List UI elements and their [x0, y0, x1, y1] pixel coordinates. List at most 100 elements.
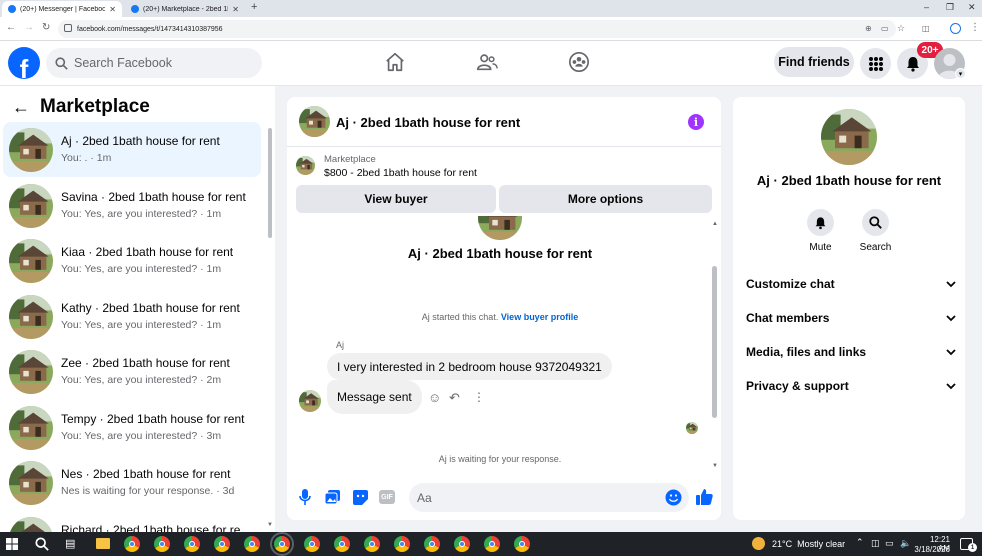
listing-title[interactable]: $800 - 2bed 1bath house for rent — [324, 167, 477, 179]
listing-thumbnail[interactable] — [296, 156, 315, 175]
taskbar-chrome-icon[interactable] — [424, 536, 440, 552]
taskbar-chrome-icon[interactable] — [184, 536, 200, 552]
more-actions-icon[interactable]: ⋮ — [473, 390, 485, 404]
tray-volume-icon[interactable]: 🔈 — [900, 538, 911, 549]
friends-icon[interactable] — [476, 51, 498, 73]
photo-icon[interactable] — [325, 490, 340, 504]
reply-icon[interactable]: ↶ — [449, 390, 460, 406]
conversation-item[interactable]: Savina · 2bed 1bath house for rent You: Y… — [3, 178, 261, 233]
close-tab-icon[interactable]: ✕ — [109, 5, 116, 14]
chrome-menu-icon[interactable]: ⋮ — [970, 22, 980, 33]
detail-section-row[interactable]: Media, files and links — [746, 345, 956, 359]
cast-icon[interactable]: ▭ — [881, 24, 889, 33]
microphone-icon[interactable] — [299, 489, 311, 505]
thumbs-up-icon[interactable] — [696, 488, 713, 505]
chat-started-notice: Aj started this chat. View buyer profile — [287, 312, 713, 322]
taskbar-chrome-icon[interactable] — [484, 536, 500, 552]
zoom-icon[interactable]: ⊕ — [865, 24, 872, 33]
minimize-icon[interactable]: – — [924, 2, 929, 12]
incoming-message-bubble[interactable]: I very interested in 2 bedroom house 937… — [327, 353, 612, 380]
detail-section-row[interactable]: Customize chat — [746, 277, 956, 291]
window-close-icon[interactable]: ✕ — [968, 2, 976, 13]
url-field[interactable]: facebook.com/messages/t/1473414310387956 — [58, 20, 896, 38]
bookmark-star-icon[interactable]: ☆ — [897, 23, 905, 34]
file-explorer-icon[interactable] — [96, 538, 110, 549]
conversation-item[interactable]: Aj · 2bed 1bath house for rent You: . · 1… — [3, 122, 261, 177]
taskbar-chrome-icon[interactable] — [394, 536, 410, 552]
search-bar[interactable]: Search Facebook — [46, 48, 262, 78]
thread-scrollbar[interactable] — [712, 266, 717, 418]
react-emoji-icon[interactable]: ☺ — [428, 390, 441, 405]
facebook-logo-icon[interactable]: f — [8, 47, 40, 79]
tray-network-icon[interactable]: ◫ — [871, 538, 880, 549]
groups-icon[interactable] — [568, 51, 590, 73]
menu-grid-button[interactable] — [860, 48, 891, 79]
weather-text[interactable]: 21°C Mostly clear — [772, 539, 845, 549]
view-buyer-button[interactable]: View buyer — [296, 185, 496, 213]
back-arrow-icon[interactable]: ← — [12, 97, 30, 118]
taskbar-chrome-icon[interactable] — [514, 536, 530, 552]
browser-tab-messenger[interactable]: (20+) Messenger | Facebook ✕ — [2, 1, 122, 17]
search-placeholder: Search Facebook — [74, 56, 172, 70]
sidepanel-icon[interactable]: ◫ — [922, 24, 930, 33]
view-buyer-profile-link[interactable]: View buyer profile — [501, 312, 578, 322]
new-tab-icon[interactable]: + — [251, 1, 257, 13]
scroll-down-icon[interactable]: ▼ — [712, 463, 718, 469]
conversation-item[interactable]: Kathy · 2bed 1bath house for rent You: Ye… — [3, 289, 261, 344]
taskbar-chrome-icon[interactable] — [214, 536, 230, 552]
chevron-down-icon — [946, 348, 956, 355]
chrome-center-icon — [339, 541, 345, 547]
weather-moon-icon[interactable] — [752, 537, 765, 550]
forward-icon[interactable]: → — [24, 22, 34, 33]
taskbar-chrome-icon[interactable] — [154, 536, 170, 552]
taskbar-chrome-icon[interactable] — [244, 536, 260, 552]
taskbar-chrome-icon[interactable] — [334, 536, 350, 552]
gif-icon[interactable]: GIF — [379, 490, 395, 504]
maximize-icon[interactable]: ❐ — [946, 2, 954, 13]
taskbar-chrome-icon[interactable] — [364, 536, 380, 552]
find-friends-button[interactable]: Find friends — [774, 47, 854, 77]
close-tab-icon[interactable]: ✕ — [232, 5, 239, 14]
sender-avatar[interactable] — [299, 390, 321, 412]
detail-section-row[interactable]: Privacy & support — [746, 379, 956, 393]
search-conversation-button[interactable] — [862, 209, 889, 236]
scroll-up-icon[interactable]: ▲ — [712, 221, 718, 227]
chevron-down-icon[interactable]: ▾ — [955, 68, 966, 79]
conversation-item[interactable]: Tempy · 2bed 1bath house for rent You: Ye… — [3, 400, 261, 455]
site-info-icon[interactable] — [64, 24, 72, 32]
taskbar-chrome-icon[interactable] — [304, 536, 320, 552]
taskbar-search-icon[interactable] — [35, 537, 49, 551]
chevron-down-icon — [946, 314, 956, 321]
conversation-item[interactable]: Kiaa · 2bed 1bath house for rent You: Yes… — [3, 233, 261, 288]
message-input[interactable]: Aa — [409, 483, 689, 512]
tray-display-icon[interactable]: ▭ — [885, 538, 894, 549]
contact-avatar[interactable] — [821, 109, 877, 165]
outgoing-message-bubble[interactable]: Message sent — [327, 380, 422, 414]
windows-start-icon[interactable] — [6, 538, 18, 550]
task-view-icon[interactable]: ▤ — [65, 537, 75, 550]
clock-date[interactable]: 3/18/2026 — [911, 545, 950, 554]
mute-button[interactable] — [807, 209, 834, 236]
browser-tab-marketplace[interactable]: (20+) Marketplace - 2bed 1bath ✕ — [125, 1, 245, 17]
reload-icon[interactable]: ↻ — [42, 22, 50, 33]
search-icon — [55, 56, 68, 70]
conversation-item[interactable]: Zee · 2bed 1bath house for rent You: Yes,… — [3, 344, 261, 399]
more-options-button[interactable]: More options — [499, 185, 712, 213]
sidebar-scrollbar[interactable] — [268, 128, 272, 238]
info-icon[interactable]: i — [688, 114, 704, 130]
taskbar-chrome-icon[interactable] — [270, 532, 294, 556]
taskbar-chrome-icon[interactable] — [124, 536, 140, 552]
emoji-icon[interactable] — [665, 489, 682, 506]
conversation-item[interactable]: Richard · 2bed 1bath house for re — [3, 511, 261, 532]
taskbar-chrome-icon[interactable] — [454, 536, 470, 552]
chrome-profile-icon[interactable] — [950, 23, 961, 34]
detail-section-row[interactable]: Chat members — [746, 311, 956, 325]
home-icon[interactable] — [384, 51, 406, 73]
conversation-item[interactable]: Nes · 2bed 1bath house for rent Nes is wa… — [3, 455, 261, 510]
chat-avatar[interactable] — [299, 106, 330, 137]
tray-chevron-icon[interactable]: ⌃ — [856, 537, 864, 548]
scroll-down-icon[interactable]: ▼ — [267, 522, 273, 528]
sticker-icon[interactable] — [353, 490, 368, 505]
back-icon[interactable]: ← — [6, 22, 16, 33]
chat-title[interactable]: Aj · 2bed 1bath house for rent — [336, 115, 520, 130]
